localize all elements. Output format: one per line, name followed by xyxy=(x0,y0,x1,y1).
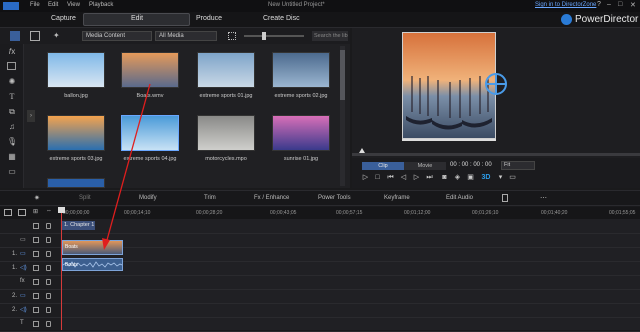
drag-arrow-annotation xyxy=(102,83,151,250)
